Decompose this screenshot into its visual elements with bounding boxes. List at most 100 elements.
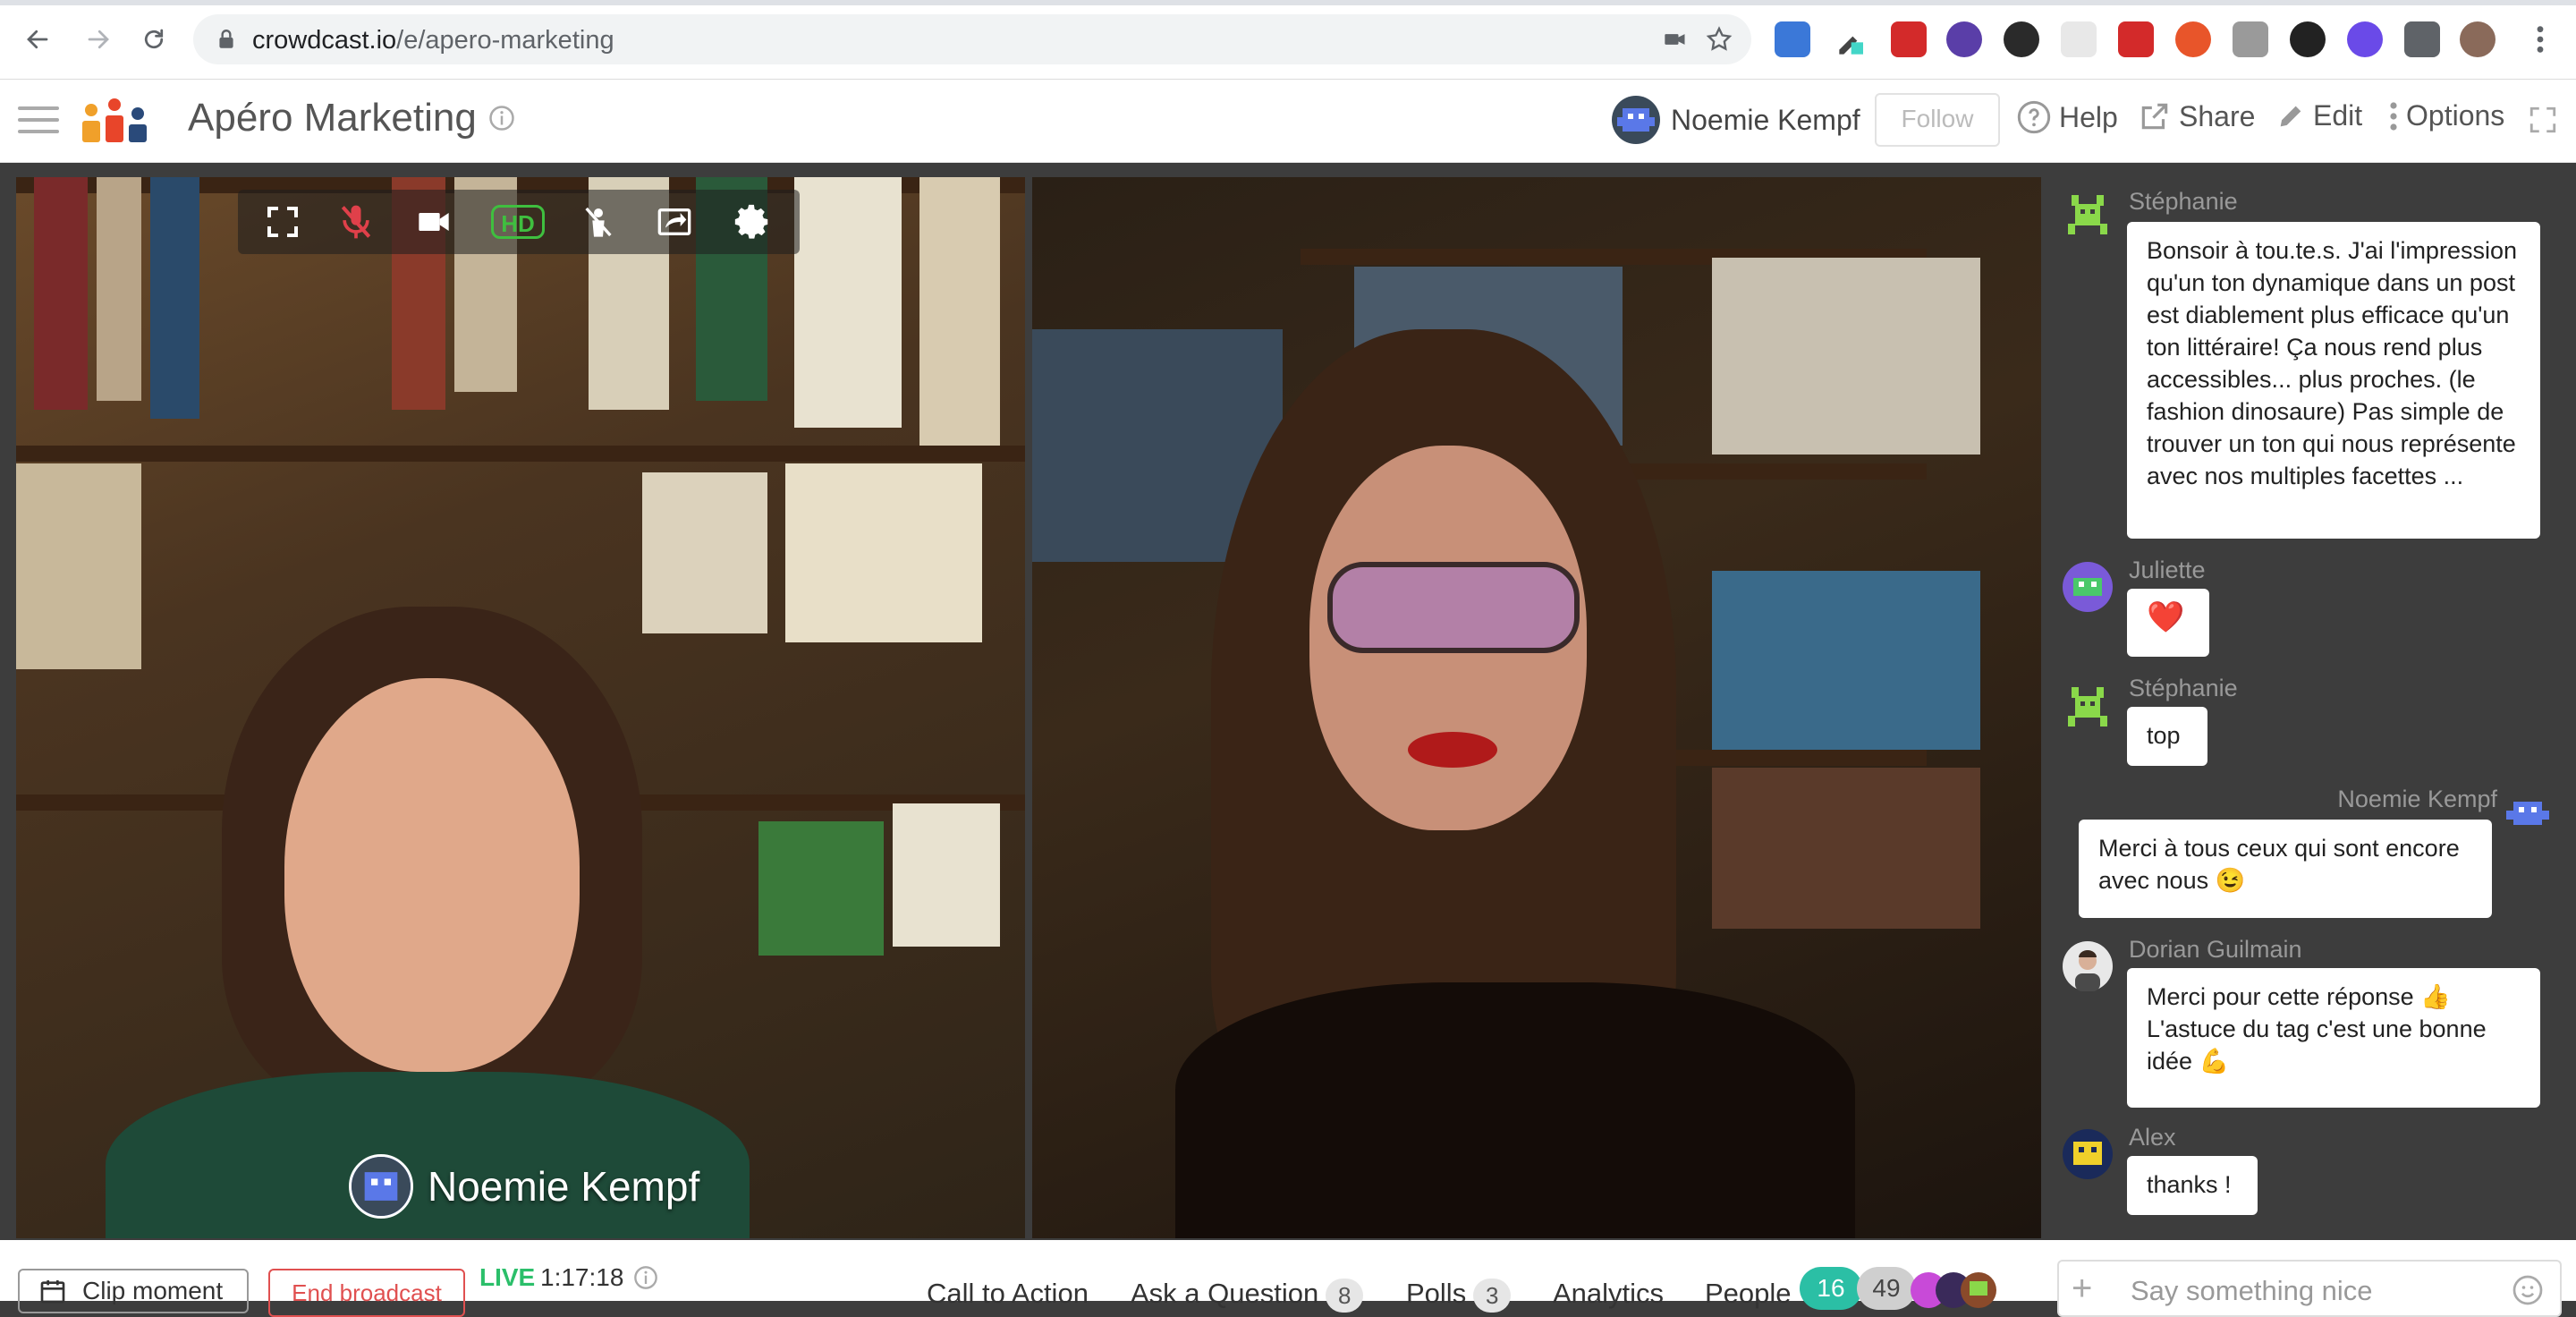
help-circle-icon — [2017, 100, 2051, 134]
url-text: crowdcast.io/e/apero-marketing — [252, 26, 614, 55]
extension-p-icon[interactable] — [2175, 21, 2211, 57]
tab-call-to-action[interactable]: Call to Action — [927, 1278, 1089, 1310]
polls-count-badge: 3 — [1473, 1278, 1512, 1313]
profile-avatar-icon[interactable] — [2460, 21, 2496, 57]
bookmark-star-icon[interactable] — [1705, 25, 1733, 54]
clip-moment-label: Clip moment — [82, 1277, 224, 1304]
extension-notes-icon[interactable] — [2061, 21, 2097, 57]
chat-panel[interactable]: Stéphanie Bonsoir à tou.te.s. J'ai l'imp… — [2045, 163, 2576, 1236]
chat-input-box[interactable]: + — [2057, 1260, 2562, 1317]
reload-button[interactable] — [134, 20, 174, 59]
emoji-smiley-icon[interactable] — [2512, 1274, 2544, 1306]
book — [16, 463, 141, 669]
chat-message-bubble: top — [2127, 707, 2207, 766]
book — [919, 177, 1000, 446]
person-lips — [1408, 732, 1497, 768]
video-camera-icon[interactable] — [412, 204, 455, 240]
host-name[interactable]: Noemie Kempf — [1671, 104, 1860, 137]
forward-arrow-icon — [88, 30, 109, 49]
chat-avatar-stephanie — [2063, 682, 2113, 732]
hd-toggle[interactable]: HD — [490, 205, 545, 239]
attendee-avatars[interactable] — [1911, 1270, 2009, 1310]
extension-mail-icon[interactable] — [2290, 21, 2326, 57]
event-title: Apéro Marketing — [188, 96, 477, 140]
fullscreen-icon[interactable] — [2528, 105, 2558, 135]
crowdcast-logo-icon[interactable] — [79, 98, 152, 144]
chat-author: Alex — [2129, 1124, 2176, 1151]
expand-video-icon[interactable] — [265, 204, 301, 240]
info-icon[interactable] — [488, 105, 515, 132]
chat-message-bubble: Merci pour cette réponse 👍 L'astuce du t… — [2127, 968, 2540, 1108]
screen-share-icon[interactable] — [653, 204, 696, 240]
extension-sun-icon[interactable] — [2347, 21, 2383, 57]
options-label: Options — [2406, 99, 2505, 132]
tab-polls[interactable]: Polls 3 — [1406, 1278, 1512, 1313]
options-button[interactable]: Options — [2388, 99, 2504, 132]
book — [794, 177, 902, 428]
bottom-bar: Clip moment End broadcast LIVE 1:17:18 C… — [0, 1240, 2576, 1317]
help-label: Help — [2059, 100, 2118, 133]
bookshelf — [16, 446, 1025, 462]
extension-circle-icon[interactable] — [1946, 21, 1982, 57]
address-bar[interactable]: crowdcast.io/e/apero-marketing — [193, 14, 1751, 64]
chat-author: Dorian Guilmain — [2129, 936, 2302, 963]
extension-avatar-icon[interactable] — [2004, 21, 2039, 57]
pencil-icon — [2280, 106, 2301, 126]
person-face — [284, 678, 580, 1072]
video-feed-guest[interactable] — [1032, 177, 2041, 1238]
video-feed-host[interactable] — [16, 177, 1025, 1238]
tab-ask-question-label: Ask a Question — [1131, 1278, 1319, 1309]
book — [150, 177, 199, 419]
speaker-avatar — [349, 1154, 413, 1219]
kebab-menu-icon — [2537, 26, 2544, 53]
info-icon[interactable] — [633, 1265, 658, 1290]
book — [758, 821, 884, 956]
host-avatar[interactable] — [1612, 96, 1660, 144]
hamburger-menu-icon[interactable] — [18, 105, 59, 135]
extension-camera-icon[interactable] — [2233, 21, 2268, 57]
vertical-dots-icon — [2390, 101, 2397, 131]
people-total-count[interactable]: 49 — [1857, 1267, 1916, 1310]
help-button[interactable]: Help — [2016, 99, 2118, 135]
chat-message-bubble: Bonsoir à tou.te.s. J'ai l'impression qu… — [2127, 222, 2540, 539]
book — [642, 472, 767, 633]
book — [785, 463, 982, 642]
follow-button[interactable]: Follow — [1875, 93, 2000, 147]
extension-dots-icon[interactable] — [1891, 21, 1927, 57]
end-broadcast-button[interactable]: End broadcast — [268, 1269, 465, 1317]
camera-in-use-icon[interactable] — [1662, 27, 1689, 52]
extension-eyedropper-icon[interactable] — [1832, 21, 1868, 57]
chat-message-input[interactable] — [2129, 1272, 2481, 1310]
share-button[interactable]: Share — [2138, 99, 2255, 133]
people-live-count[interactable]: 16 — [1800, 1267, 1862, 1310]
forward-button[interactable] — [79, 20, 118, 59]
tab-people[interactable]: People — [1705, 1278, 1792, 1310]
tab-ask-question[interactable]: Ask a Question 8 — [1131, 1278, 1364, 1313]
share-label: Share — [2179, 99, 2256, 132]
chat-author: Stéphanie — [2129, 675, 2238, 701]
share-icon — [2141, 103, 2168, 130]
chat-avatar-noemie — [2503, 789, 2553, 839]
app-header: Apéro Marketing Noemie Kempf Follow Help… — [0, 80, 2576, 163]
extensions-puzzle-icon[interactable] — [2404, 21, 2440, 57]
extension-rss-icon[interactable] — [1775, 21, 1810, 57]
back-arrow-icon — [27, 30, 48, 49]
book — [1712, 768, 1980, 929]
back-button[interactable] — [18, 20, 57, 59]
browser-menu-button[interactable] — [2521, 20, 2560, 59]
chat-avatar-juliette — [2063, 562, 2113, 612]
add-attachment-icon[interactable]: + — [2072, 1269, 2092, 1309]
person-glasses — [1327, 562, 1580, 653]
remove-user-icon[interactable] — [580, 200, 616, 243]
speaker-name-tag: Noemie Kempf — [349, 1154, 699, 1219]
edit-label: Edit — [2313, 99, 2363, 132]
tab-analytics[interactable]: Analytics — [1553, 1278, 1664, 1310]
reload-icon — [144, 29, 164, 49]
edit-button[interactable]: Edit — [2275, 99, 2362, 132]
live-timer: 1:17:18 — [540, 1263, 624, 1291]
book — [893, 803, 1000, 947]
extension-pdf-icon[interactable] — [2118, 21, 2154, 57]
mic-muted-icon[interactable] — [336, 200, 376, 243]
settings-gear-icon[interactable] — [732, 201, 773, 242]
clip-moment-button[interactable]: Clip moment — [18, 1269, 249, 1313]
